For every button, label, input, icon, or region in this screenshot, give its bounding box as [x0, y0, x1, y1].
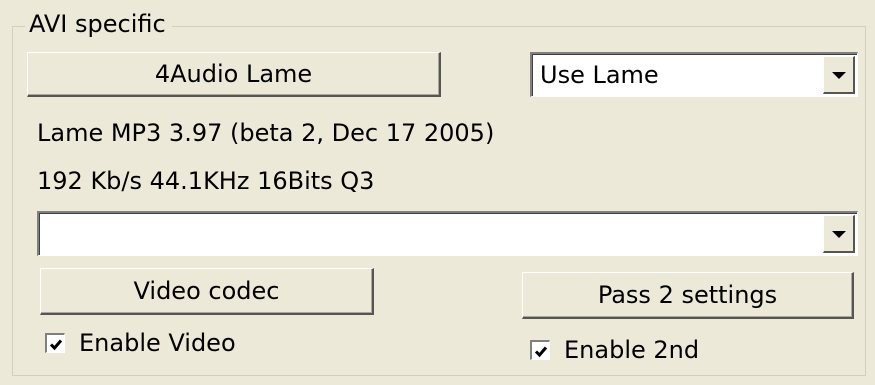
enable-video-label: Enable Video — [79, 329, 236, 357]
audio-lame-button-label: 4Audio Lame — [154, 60, 313, 88]
pass2-settings-button-label: Pass 2 settings — [597, 281, 778, 309]
pass2-settings-button[interactable]: Pass 2 settings — [522, 272, 854, 319]
video-codec-select[interactable] — [37, 211, 858, 256]
audio-encoder-dropdown-button[interactable] — [823, 56, 855, 94]
enable-2nd-checkbox[interactable] — [530, 340, 550, 360]
chevron-down-icon — [831, 71, 846, 79]
enable-video-checkbox-row[interactable]: Enable Video — [45, 329, 236, 357]
video-codec-dropdown-button[interactable] — [823, 215, 855, 253]
checkmark-icon — [534, 346, 548, 358]
audio-encoder-select-value: Use Lame — [540, 61, 659, 89]
audio-settings-text: 192 Kb/s 44.1KHz 16Bits Q3 — [37, 167, 375, 195]
lame-version-text: Lame MP3 3.97 (beta 2, Dec 17 2005) — [37, 119, 495, 147]
chevron-down-icon — [831, 230, 846, 238]
group-title: AVI specific — [25, 10, 172, 38]
video-codec-button[interactable]: Video codec — [40, 268, 374, 315]
checkmark-icon — [49, 339, 63, 351]
audio-lame-button[interactable]: 4Audio Lame — [27, 52, 441, 97]
enable-2nd-checkbox-row[interactable]: Enable 2nd — [530, 336, 699, 364]
video-codec-button-label: Video codec — [133, 277, 280, 305]
enable-2nd-label: Enable 2nd — [564, 336, 700, 364]
enable-video-checkbox[interactable] — [45, 333, 65, 353]
audio-encoder-select[interactable]: Use Lame — [530, 52, 858, 97]
